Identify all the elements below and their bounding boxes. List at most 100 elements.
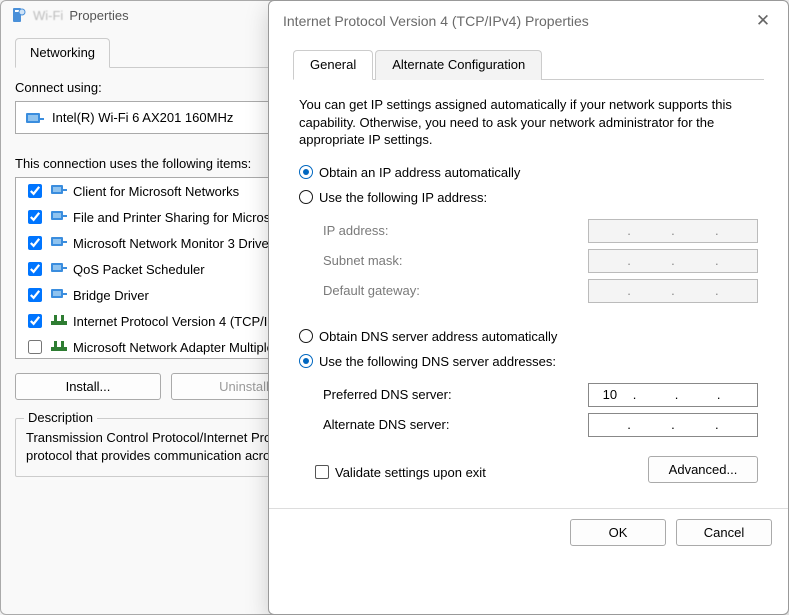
protocol-icon (51, 339, 67, 356)
item-checkbox[interactable] (28, 340, 42, 354)
ip-octet (691, 223, 698, 238)
item-label: Client for Microsoft Networks (73, 184, 239, 199)
item-label: Internet Protocol Version 4 (TCP/IPv4) (73, 314, 294, 329)
dot-icon: . (625, 283, 633, 298)
preferred-dns-label: Preferred DNS server: (323, 387, 452, 402)
dot-icon: . (713, 417, 721, 432)
ipv4-properties-window: Internet Protocol Version 4 (TCP/IPv4) P… (268, 0, 789, 615)
radio-dns-manual[interactable]: Use the following DNS server addresses: (283, 350, 774, 373)
dns-fields: Preferred DNS server: 10. . . Alternate … (283, 375, 774, 449)
ip-octet (691, 283, 698, 298)
ip-octet (735, 283, 742, 298)
ipv4-title: Internet Protocol Version 4 (TCP/IPv4) P… (283, 13, 589, 29)
ip-octet (647, 283, 654, 298)
dot-icon: . (625, 223, 633, 238)
dot-icon: . (669, 253, 677, 268)
item-checkbox[interactable] (28, 288, 42, 302)
default-gateway-input: . . . (588, 279, 758, 303)
protocol-icon (51, 209, 67, 226)
alternate-dns-label: Alternate DNS server: (323, 417, 449, 432)
protocol-icon (51, 313, 67, 330)
adapter-title-suffix: Properties (69, 8, 128, 23)
ip-octet[interactable]: 10 (603, 387, 617, 402)
radio-dns-manual-label: Use the following DNS server addresses: (319, 354, 556, 369)
protocol-icon (51, 183, 67, 200)
item-checkbox[interactable] (28, 236, 42, 250)
close-icon[interactable]: ✕ (752, 11, 774, 31)
ip-octet (735, 253, 742, 268)
dot-icon: . (713, 283, 721, 298)
dot-icon: . (669, 223, 677, 238)
validate-settings-checkbox[interactable]: Validate settings upon exit (299, 461, 502, 484)
ip-octet (604, 223, 611, 238)
ip-fields: IP address: . . . Subnet mask: . . . Def… (283, 211, 774, 315)
subnet-mask-label: Subnet mask: (323, 253, 403, 268)
cancel-button[interactable]: Cancel (676, 519, 772, 546)
radio-ip-auto[interactable]: Obtain an IP address automatically (283, 161, 774, 184)
item-label: QoS Packet Scheduler (73, 262, 205, 277)
ip-octet[interactable] (735, 417, 742, 432)
ip-octet[interactable] (736, 387, 743, 402)
dot-icon: . (669, 417, 677, 432)
ip-octet (647, 253, 654, 268)
ip-octet[interactable] (694, 387, 701, 402)
ip-octet (691, 253, 698, 268)
dot-icon: . (631, 387, 639, 402)
radio-dns-auto-label: Obtain DNS server address automatically (319, 329, 557, 344)
ip-octet (735, 223, 742, 238)
ip-octet[interactable] (652, 387, 659, 402)
dot-icon: . (625, 417, 633, 432)
install-button[interactable]: Install... (15, 373, 161, 400)
radio-icon (299, 354, 313, 368)
ipv4-footer: OK Cancel (269, 509, 788, 560)
ip-octet (647, 223, 654, 238)
radio-ip-manual-label: Use the following IP address: (319, 190, 487, 205)
item-label: Bridge Driver (73, 288, 149, 303)
network-adapter-icon (26, 111, 44, 125)
ip-address-input: . . . (588, 219, 758, 243)
ipv4-tabstrip: General Alternate Configuration (293, 49, 764, 80)
tab-alternate-configuration[interactable]: Alternate Configuration (375, 50, 542, 80)
ok-button[interactable]: OK (570, 519, 666, 546)
checkbox-icon (315, 465, 329, 479)
default-gateway-label: Default gateway: (323, 283, 420, 298)
item-label: Microsoft Network Monitor 3 Driver (73, 236, 273, 251)
ip-octet[interactable] (604, 417, 611, 432)
dot-icon: . (713, 253, 721, 268)
dot-icon: . (669, 283, 677, 298)
radio-ip-auto-label: Obtain an IP address automatically (319, 165, 520, 180)
dot-icon: . (625, 253, 633, 268)
item-checkbox[interactable] (28, 184, 42, 198)
preferred-dns-input[interactable]: 10. . . (588, 383, 758, 407)
dot-icon: . (713, 223, 721, 238)
radio-icon (299, 165, 313, 179)
subnet-mask-input: . . . (588, 249, 758, 273)
item-checkbox[interactable] (28, 210, 42, 224)
adapter-title-masked: Wi-Fi (33, 8, 63, 23)
alternate-dns-input[interactable]: . . . (588, 413, 758, 437)
ipv4-titlebar: Internet Protocol Version 4 (TCP/IPv4) P… (269, 1, 788, 39)
validate-settings-label: Validate settings upon exit (335, 465, 486, 480)
protocol-icon (51, 261, 67, 278)
radio-ip-manual[interactable]: Use the following IP address: (283, 186, 774, 209)
ip-octet (604, 283, 611, 298)
properties-icon (11, 7, 27, 23)
radio-icon (299, 190, 313, 204)
tab-networking[interactable]: Networking (15, 38, 110, 68)
adapter-name: Intel(R) Wi-Fi 6 AX201 160MHz (52, 110, 233, 125)
description-legend: Description (24, 410, 97, 425)
ip-octet[interactable] (691, 417, 698, 432)
tab-general[interactable]: General (293, 50, 373, 80)
dot-icon: . (715, 387, 723, 402)
ip-octet (604, 253, 611, 268)
item-checkbox[interactable] (28, 262, 42, 276)
item-checkbox[interactable] (28, 314, 42, 328)
radio-dns-auto[interactable]: Obtain DNS server address automatically (283, 325, 774, 348)
ip-address-label: IP address: (323, 223, 389, 238)
dot-icon: . (673, 387, 681, 402)
radio-icon (299, 329, 313, 343)
ip-octet[interactable] (647, 417, 654, 432)
protocol-icon (51, 287, 67, 304)
ipv4-instructions: You can get IP settings assigned automat… (283, 92, 774, 159)
advanced-button[interactable]: Advanced... (648, 456, 758, 483)
